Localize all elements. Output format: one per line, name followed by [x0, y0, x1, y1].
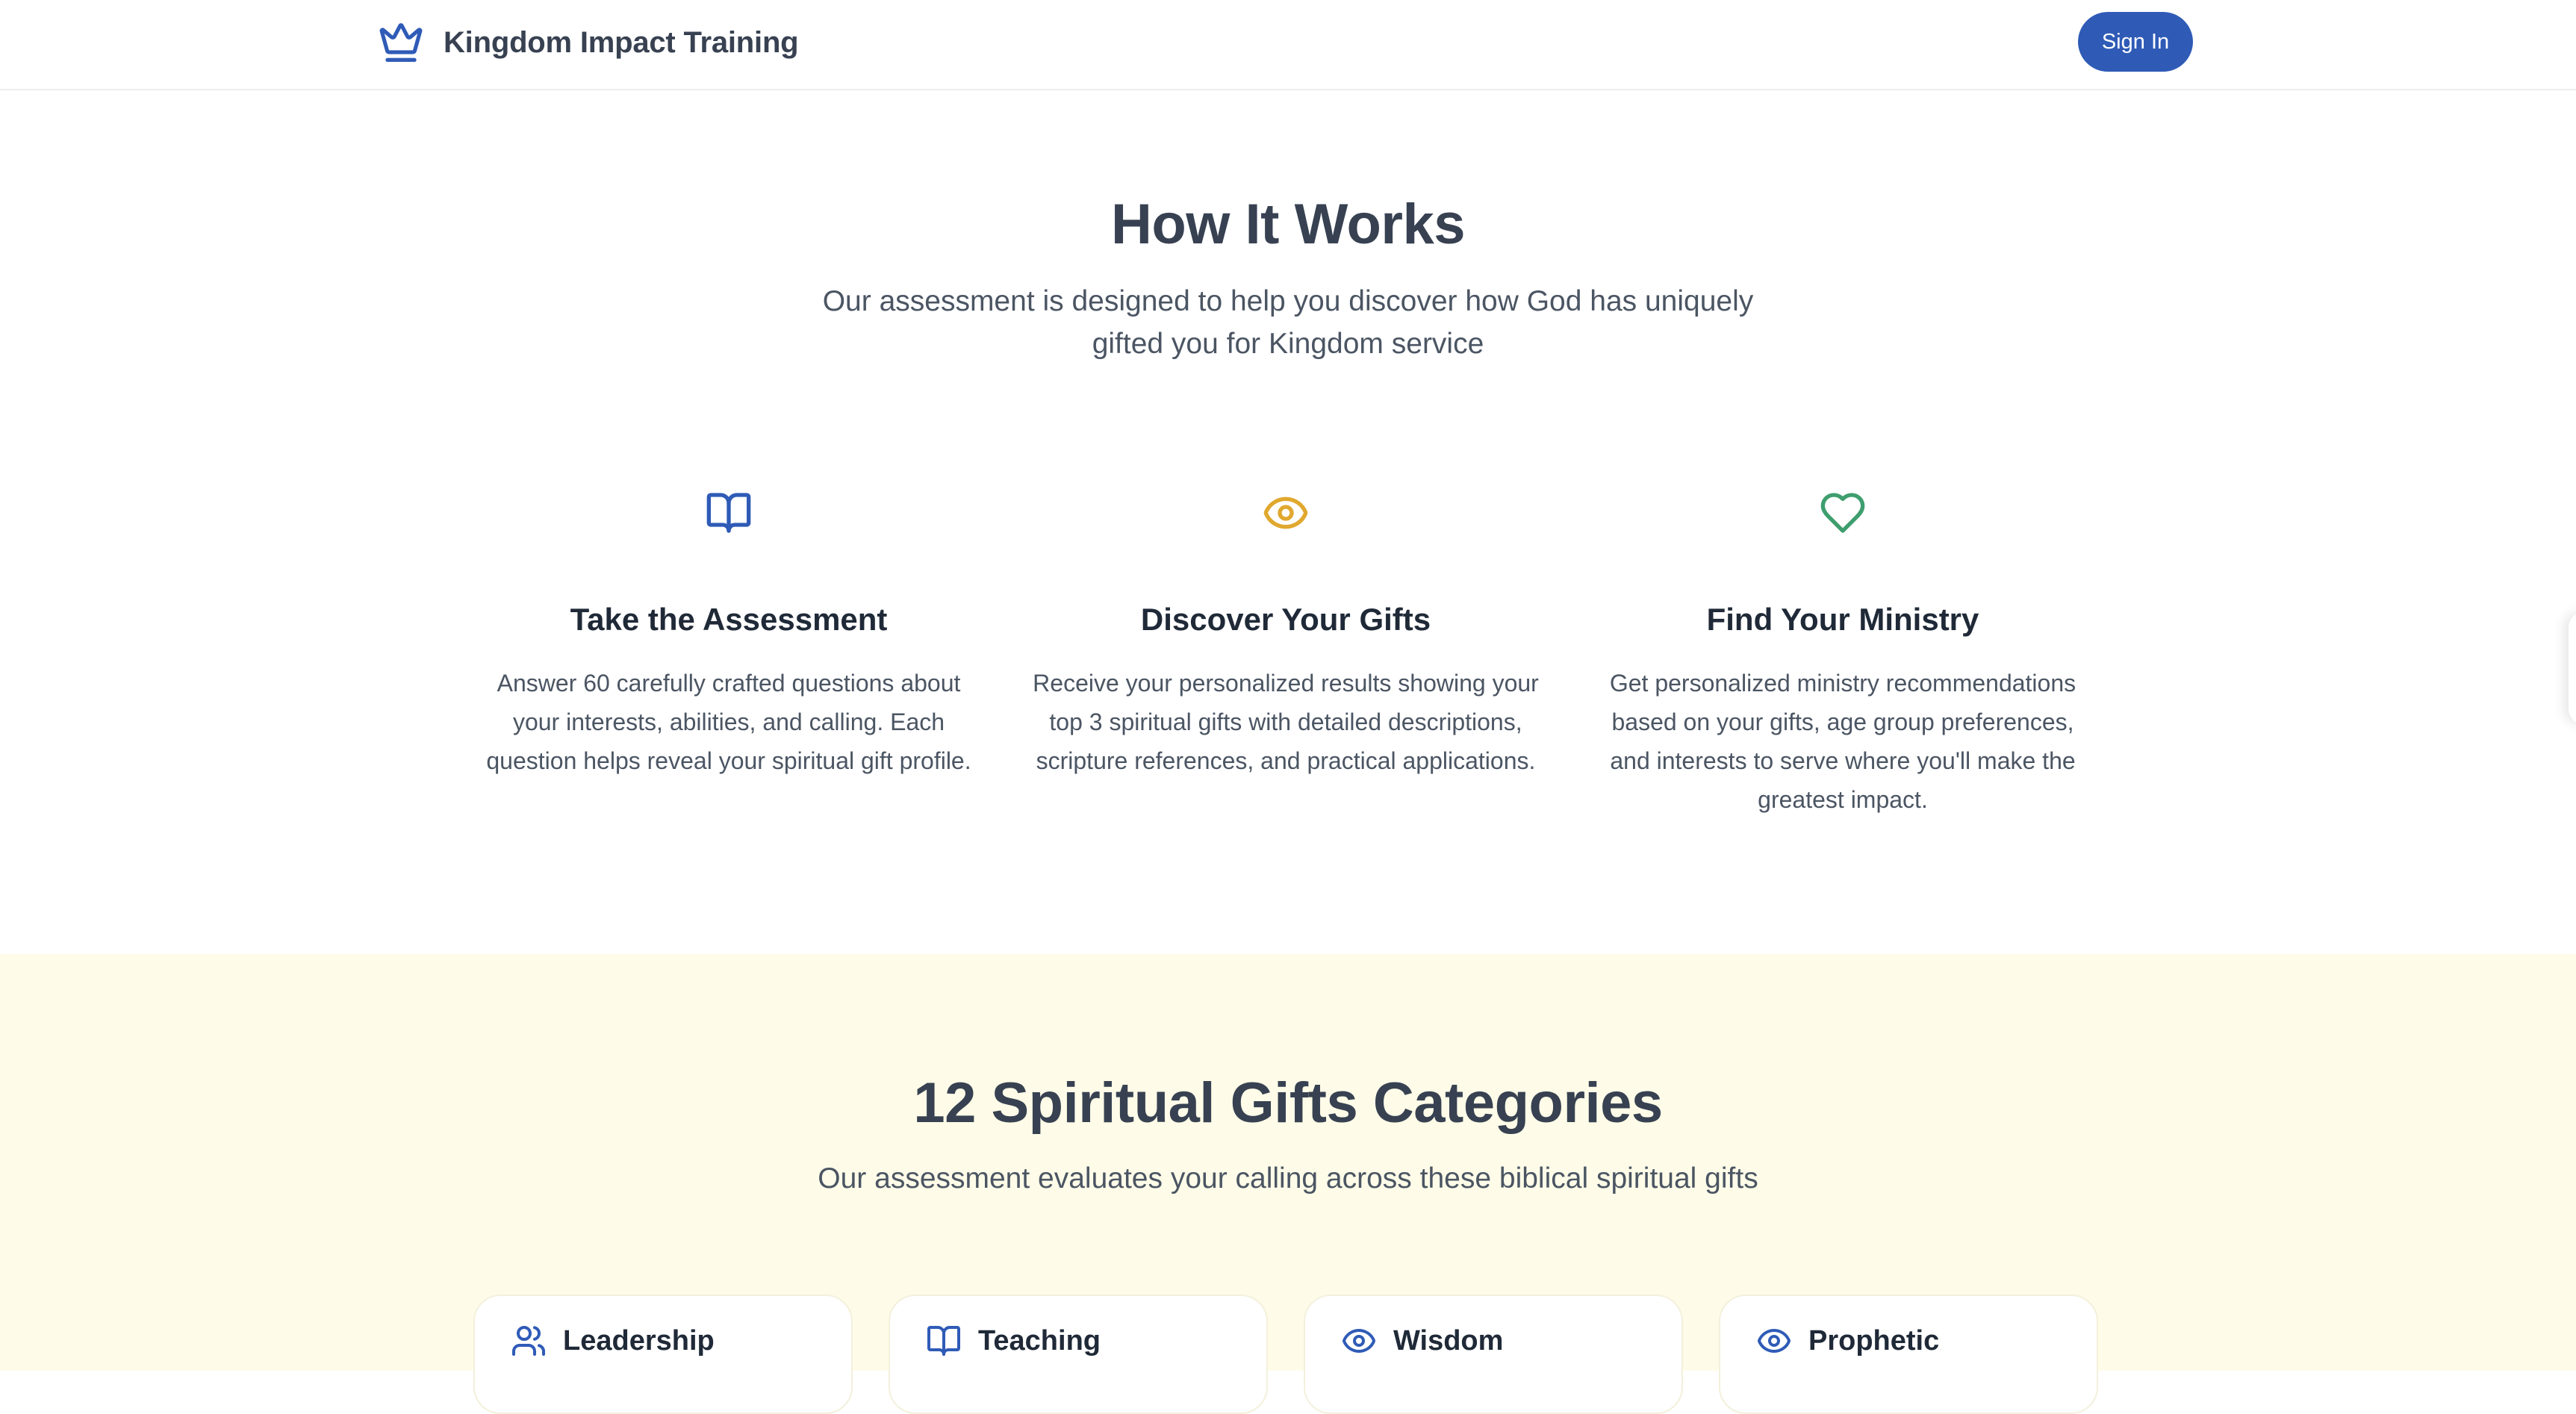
- step-find-ministry: Find Your Ministry Get personalized mini…: [1581, 489, 2104, 819]
- gift-card-prophetic[interactable]: Prophetic: [1719, 1295, 2098, 1414]
- gift-card-name: Leadership: [563, 1324, 715, 1357]
- step-title: Find Your Ministry: [1706, 602, 1979, 637]
- brand-logo-link[interactable]: Kingdom Impact Training: [378, 19, 799, 66]
- gift-card-name: Prophetic: [1808, 1324, 1940, 1357]
- gift-card-leadership[interactable]: Leadership: [473, 1295, 853, 1414]
- step-discover-gifts: Discover Your Gifts Receive your persona…: [1024, 489, 1547, 780]
- heart-icon: [1820, 493, 1865, 533]
- gifts-title: 12 Spiritual Gifts Categories: [913, 1071, 1663, 1135]
- gift-card-teaching[interactable]: Teaching: [889, 1295, 1268, 1414]
- eye-icon: [1263, 496, 1308, 529]
- sign-in-button[interactable]: Sign In: [2078, 12, 2193, 72]
- gift-card-name: Wisdom: [1393, 1324, 1504, 1357]
- how-it-works-subtitle: Our assessment is designed to help you d…: [822, 285, 1754, 360]
- how-it-works-title: How It Works: [1111, 193, 1465, 256]
- gifts-subtitle: Our assessment evaluates your calling ac…: [818, 1162, 1758, 1195]
- floating-side-widget[interactable]: [2569, 612, 2576, 724]
- gift-card-name: Teaching: [978, 1324, 1101, 1357]
- step-description: Answer 60 carefully crafted questions ab…: [486, 670, 971, 775]
- eye-icon: [1343, 1329, 1375, 1353]
- step-title: Take the Assessment: [570, 602, 888, 637]
- top-nav: Kingdom Impact Training Sign In: [0, 0, 2576, 90]
- how-it-works-section: How It Works Our assessment is designed …: [0, 92, 2576, 954]
- brand-name: Kingdom Impact Training: [444, 25, 799, 59]
- step-title: Discover Your Gifts: [1140, 602, 1431, 637]
- step-description: Receive your personalized results showin…: [1033, 670, 1539, 775]
- users-icon: [512, 1326, 545, 1356]
- step-take-assessment: Take the Assessment Answer 60 carefully …: [467, 489, 990, 780]
- book-open-icon: [706, 493, 751, 533]
- spiritual-gifts-section: 12 Spiritual Gifts Categories Our assess…: [0, 954, 2576, 1414]
- step-description: Get personalized ministry recommendation…: [1609, 670, 2076, 814]
- eye-icon: [1758, 1329, 1791, 1353]
- book-open-icon: [927, 1326, 960, 1356]
- gift-card-wisdom[interactable]: Wisdom: [1304, 1295, 1683, 1414]
- crown-icon: [379, 23, 423, 62]
